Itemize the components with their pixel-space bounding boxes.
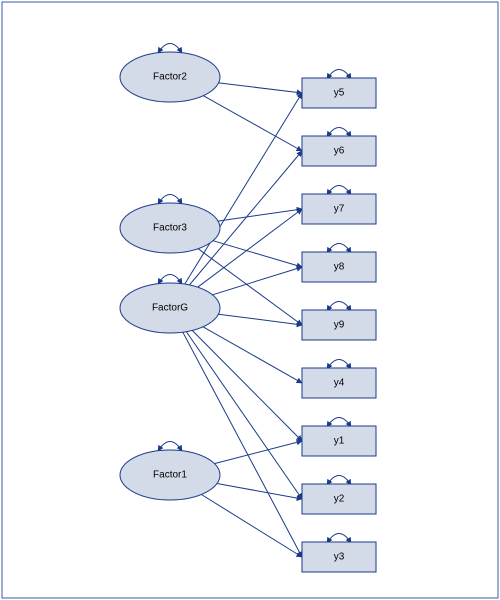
edge-Factor3-y7 — [218, 209, 302, 221]
observed-node-y7: y7 — [302, 194, 376, 224]
observed-node-y9: y9 — [302, 310, 376, 340]
observed-node-label: y5 — [334, 88, 345, 99]
observed-node-y2: y2 — [302, 484, 376, 514]
observed-node-label: y4 — [334, 378, 345, 389]
observed-node-label: y7 — [334, 204, 345, 215]
observed-node-label: y9 — [334, 320, 345, 331]
sem-path-diagram: Factor2 Factor3 FactorG Factor1 y5 y6 y7 y8 y9 y4… — [0, 0, 500, 600]
latent-node-label: FactorG — [152, 303, 188, 314]
observed-node-y6: y6 — [302, 136, 376, 166]
edge-FactorG-y1 — [192, 330, 302, 441]
latent-node-label: Factor2 — [153, 72, 187, 83]
latent-node-label: Factor1 — [153, 470, 187, 481]
edge-Factor1-y2 — [217, 484, 302, 500]
observed-node-label: y3 — [334, 552, 345, 563]
observed-node-y1: y1 — [302, 426, 376, 456]
latent-node-FactorG: FactorG — [120, 283, 220, 333]
diagram-frame — [2, 2, 498, 598]
edge-Factor3-y8 — [213, 241, 302, 267]
observed-node-label: y8 — [334, 262, 345, 273]
edge-FactorG-y5 — [185, 93, 302, 284]
observed-node-y5: y5 — [302, 78, 376, 108]
observed-node-label: y6 — [334, 146, 345, 157]
latent-node-Factor2: Factor2 — [120, 52, 220, 102]
edge-FactorG-y4 — [203, 327, 302, 383]
edge-Factor2-y5 — [219, 83, 302, 93]
observed-node-label: y2 — [334, 494, 345, 505]
latent-node-Factor1: Factor1 — [120, 450, 220, 500]
edge-FactorG-y3 — [183, 332, 302, 557]
edge-Factor1-y3 — [201, 495, 302, 558]
observed-node-y8: y8 — [302, 252, 376, 282]
edge-FactorG-y8 — [213, 267, 303, 295]
latent-node-label: Factor3 — [153, 223, 187, 234]
observed-node-y3: y3 — [302, 542, 376, 572]
edge-Factor2-y6 — [203, 96, 302, 151]
observed-node-y4: y4 — [302, 368, 376, 398]
observed-node-label: y1 — [334, 436, 345, 447]
latent-node-Factor3: Factor3 — [120, 203, 220, 253]
edge-Factor1-y1 — [214, 441, 302, 464]
